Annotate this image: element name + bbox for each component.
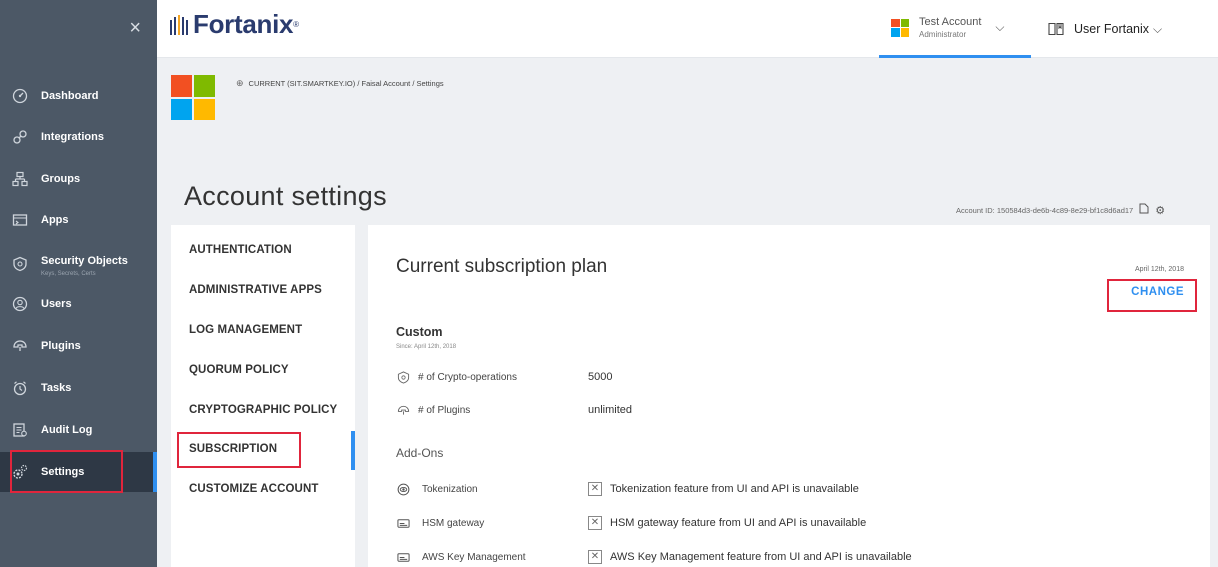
close-icon[interactable]: × (129, 18, 141, 38)
highlight-box-settings (10, 450, 123, 493)
addon-status-text: HSM gateway feature from UI and API is u… (610, 517, 867, 529)
sidebar-top: × (0, 0, 157, 70)
addon-name: Tokenization (422, 483, 478, 495)
plugins-icon (11, 337, 29, 355)
brand-registered: ® (293, 20, 300, 29)
unavailable-x-icon: ✕ (588, 550, 602, 564)
audit-log-icon (11, 421, 29, 439)
subscription-title: Current subscription plan (396, 256, 608, 277)
sidebar-item-groups[interactable]: Groups (0, 159, 157, 199)
menu-item-authentication[interactable]: AUTHENTICATION (189, 244, 292, 256)
addon-status: ✕ Tokenization feature from UI and API i… (588, 482, 859, 496)
addon-status: ✕ HSM gateway feature from UI and API is… (588, 516, 866, 530)
sidebar-item-security-objects[interactable]: Security Objects Keys, Secrets, Certs (0, 244, 157, 284)
chevron-down-icon: ⌵ (1153, 21, 1163, 36)
sidebar-item-dashboard[interactable]: Dashboard (0, 76, 157, 116)
plugins-icon (396, 403, 410, 417)
page-title: Account settings (184, 181, 387, 211)
menu-item-administrative-apps[interactable]: ADMINISTRATIVE APPS (189, 284, 322, 296)
addon-name: HSM gateway (422, 517, 485, 529)
account-name: Test Account (919, 16, 982, 28)
addons-label: Add-Ons (396, 446, 444, 460)
account-id: Account ID: 150584d3-de6b-4c89-8e29-bf1c… (956, 203, 1165, 217)
menu-item-quorum-policy[interactable]: QUORUM POLICY (189, 364, 289, 376)
menu-item-log-management[interactable]: LOG MANAGEMENT (189, 324, 302, 336)
sidebar-item-label: Security Objects (41, 255, 128, 267)
sidebar-item-sublabel: Keys, Secrets, Certs (41, 271, 96, 277)
account-logo-icon (891, 18, 909, 37)
tasks-icon (11, 379, 29, 397)
crypto-ops-label: # of Crypto-operations (418, 371, 517, 383)
brand-name: Fortanix (193, 9, 294, 39)
aws-key-management-icon (396, 550, 410, 564)
menu-item-customize-account[interactable]: CUSTOMIZE ACCOUNT (189, 483, 318, 495)
settings-menu: AUTHENTICATION ADMINISTRATIVE APPS LOG M… (171, 225, 355, 567)
globe-icon: ⊕ (236, 78, 244, 88)
plugins-row: # of Plugins unlimited (396, 401, 632, 419)
addon-name: AWS Key Management (422, 551, 526, 563)
addon-row-aws-key-management: AWS Key Management ✕ AWS Key Management … (396, 548, 912, 566)
sidebar-item-apps[interactable]: Apps (0, 200, 157, 240)
account-role: Administrator (919, 30, 967, 39)
highlight-box-subscription (177, 432, 301, 468)
sidebar-item-audit-log[interactable]: Audit Log (0, 410, 157, 450)
addon-status-text: Tokenization feature from UI and API is … (610, 483, 859, 495)
account-id-text: Account ID: 150584d3-de6b-4c89-8e29-bf1c… (956, 205, 1134, 215)
book-icon (1048, 22, 1064, 36)
users-icon (11, 295, 29, 313)
account-switcher[interactable]: Test Account Administrator ⌵ (879, 0, 1031, 58)
unavailable-x-icon: ✕ (588, 482, 602, 496)
plan-name: Custom (396, 325, 443, 339)
sidebar-item-label: Audit Log (41, 424, 93, 436)
active-indicator (351, 431, 355, 470)
sidebar-item-label: Apps (41, 214, 69, 226)
breadcrumb-text[interactable]: CURRENT (SIT.SMARTKEY.IO) / Faisal Accou… (249, 79, 444, 88)
sidebar-item-users[interactable]: Users (0, 284, 157, 324)
fortanix-logo[interactable]: Fortanix ® (169, 9, 299, 40)
sidebar-item-tasks[interactable]: Tasks (0, 368, 157, 408)
account-logo (171, 75, 215, 120)
fortanix-mark-icon (170, 14, 188, 35)
apps-icon (11, 211, 29, 229)
addon-status: ✕ AWS Key Management feature from UI and… (588, 550, 912, 564)
sidebar-item-label: Groups (41, 173, 81, 185)
integrations-icon (11, 128, 29, 146)
subscription-date: April 12th, 2018 (1134, 266, 1184, 273)
sidebar-item-label: Integrations (41, 131, 104, 143)
menu-item-cryptographic-policy[interactable]: CRYPTOGRAPHIC POLICY (189, 404, 337, 416)
addon-status-text: AWS Key Management feature from UI and A… (610, 551, 912, 563)
highlight-box-change (1107, 279, 1197, 312)
plugins-label: # of Plugins (418, 404, 471, 416)
crypto-ops-value: 5000 (588, 371, 613, 383)
sidebar-item-integrations[interactable]: Integrations (0, 117, 157, 157)
sidebar-item-plugins[interactable]: Plugins (0, 326, 157, 366)
tokenization-icon (396, 482, 410, 496)
unavailable-x-icon: ✕ (588, 516, 602, 530)
breadcrumb: ⊕ CURRENT (SIT.SMARTKEY.IO) / Faisal Acc… (236, 78, 444, 89)
top-header: Fortanix ® Test Account Administrator ⌵ U… (157, 0, 1218, 58)
subscription-panel: Current subscription plan April 12th, 20… (368, 225, 1210, 567)
plan-since: Since: April 12th, 2018 (396, 344, 457, 350)
addon-row-hsm-gateway: HSM gateway ✕ HSM gateway feature from U… (396, 514, 866, 532)
dashboard-icon (11, 87, 29, 105)
user-menu[interactable]: User Fortanix ⌵ (1045, 0, 1162, 58)
hsm-gateway-icon (396, 516, 410, 530)
copy-icon[interactable] (1139, 203, 1149, 217)
addon-row-tokenization: Tokenization ✕ Tokenization feature from… (396, 480, 859, 498)
sidebar-item-label: Dashboard (41, 90, 99, 102)
security-objects-icon (11, 255, 29, 273)
plugins-value: unlimited (588, 404, 633, 416)
user-name: User Fortanix (1074, 22, 1150, 36)
sidebar-item-label: Tasks (41, 382, 72, 394)
crypto-ops-row: # of Crypto-operations 5000 (396, 368, 612, 386)
chevron-down-icon: ⌵ (995, 20, 1005, 34)
gear-icon[interactable]: ⚙ (1155, 204, 1165, 217)
sidebar-item-label: Plugins (41, 340, 81, 352)
groups-icon (11, 170, 29, 188)
crypto-ops-icon (396, 370, 410, 384)
sidebar-item-label: Users (41, 298, 72, 310)
